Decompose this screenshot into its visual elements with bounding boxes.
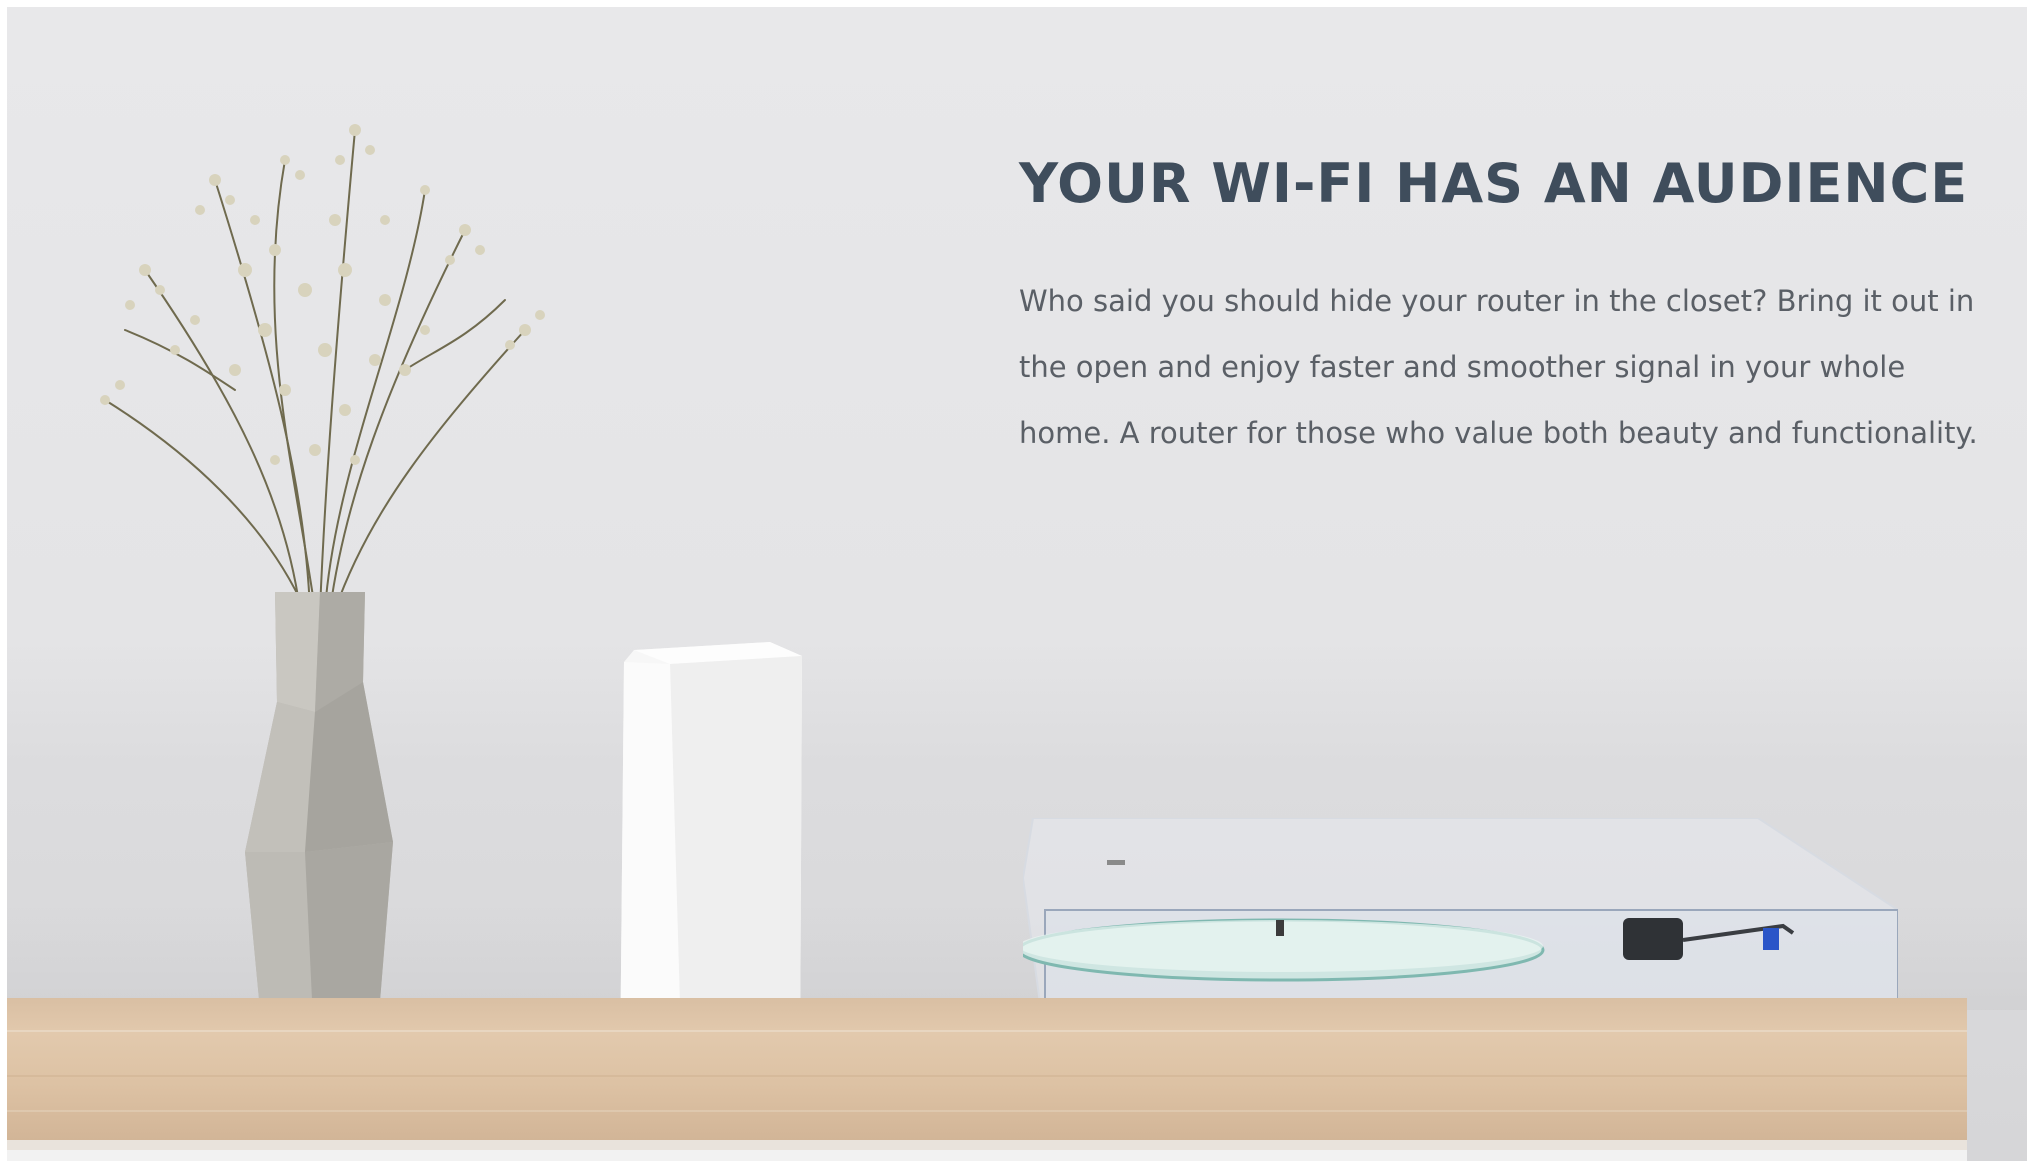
hero-banner: YOUR WI-FI HAS AN AUDIENCE Who said you …: [0, 0, 2033, 1161]
shelf-base: [7, 1150, 1967, 1161]
frame-border: [0, 0, 7, 1161]
wood-grain-line: [7, 1030, 1967, 1032]
shelf-edge: [7, 1140, 1967, 1150]
wood-grain-line: [7, 1110, 1967, 1112]
frame-border: [0, 0, 2033, 7]
frame-border: [2027, 0, 2033, 1161]
dried-flowers-image: [100, 124, 545, 610]
hero-headline: YOUR WI-FI HAS AN AUDIENCE: [1019, 152, 1969, 215]
wood-grain-line: [7, 1075, 1967, 1077]
hero-body-text: Who said you should hide your router in …: [1019, 284, 1978, 450]
wooden-shelf: [7, 998, 1967, 1140]
